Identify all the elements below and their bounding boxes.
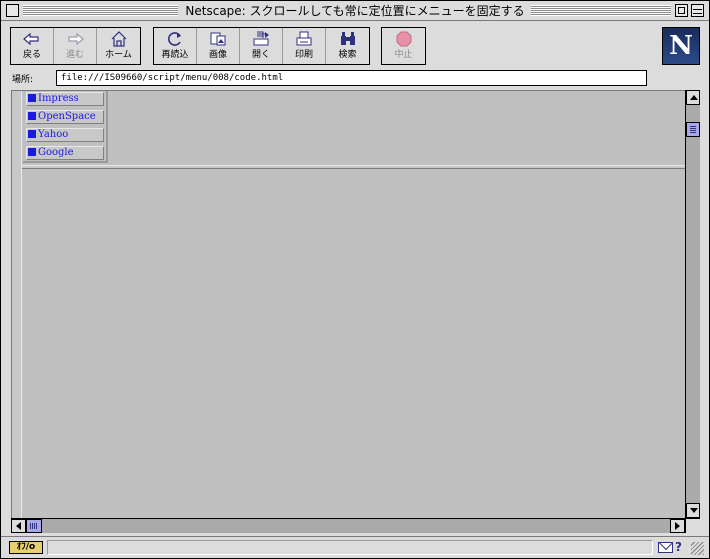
- left-arrow-icon: [16, 522, 21, 530]
- stop-label: 中止: [394, 50, 413, 60]
- images-button[interactable]: 画像: [197, 28, 240, 64]
- home-icon: [111, 31, 126, 47]
- frame-left-rail: [12, 91, 22, 519]
- page-content[interactable]: Impress OpenSpace Yahoo Google: [11, 90, 685, 519]
- menu-link-openspace[interactable]: OpenSpace: [26, 110, 104, 124]
- images-label: 画像: [208, 50, 227, 60]
- window-title: Netscape: スクロールしても常に定位置にメニューを固定する: [182, 3, 528, 19]
- netscape-logo[interactable]: N: [662, 27, 700, 65]
- find-label: 検索: [338, 50, 357, 60]
- print-label: 印刷: [294, 50, 313, 60]
- page-button-group: 再読込 画像 開く 印刷 検索: [153, 27, 370, 65]
- collapse-box[interactable]: [691, 4, 704, 17]
- menu-link-label: Google: [38, 147, 74, 158]
- mail-icon[interactable]: [658, 542, 673, 553]
- horizontal-scrollbar[interactable]: [11, 518, 685, 533]
- zoom-box[interactable]: [675, 4, 688, 17]
- printer-icon: [296, 31, 312, 46]
- reload-label: 再読込: [161, 50, 189, 60]
- navigation-toolbar: 戻る 進む ホーム 再読込 画像 開く 印刷 検索 中止 N: [1, 22, 709, 68]
- home-button[interactable]: ホーム: [97, 28, 140, 64]
- title-stripes-left: [23, 5, 178, 16]
- forward-label: 進む: [65, 50, 84, 60]
- forward-button[interactable]: 進む: [54, 28, 97, 64]
- bullet-square-icon: [28, 148, 36, 156]
- url-field[interactable]: file:///IS09660/script/menu/008/code.htm…: [56, 70, 647, 86]
- title-bar[interactable]: Netscape: スクロールしても常に定位置にメニューを固定する: [1, 1, 709, 21]
- status-bar: ｵﾌ/o ?: [1, 536, 709, 558]
- bullet-square-icon: [28, 94, 36, 102]
- status-message: [47, 540, 653, 555]
- forward-arrow-icon: [68, 32, 84, 46]
- help-icon[interactable]: ?: [675, 540, 687, 555]
- images-icon: [210, 32, 226, 46]
- scroll-left-button[interactable]: [11, 519, 26, 533]
- vertical-scroll-thumb[interactable]: [686, 122, 700, 137]
- close-box[interactable]: [6, 4, 19, 17]
- home-label: ホーム: [105, 50, 132, 60]
- find-button[interactable]: 検索: [326, 28, 369, 64]
- scroll-down-button[interactable]: [686, 503, 700, 518]
- menu-link-impress[interactable]: Impress: [26, 92, 104, 106]
- menu-link-google[interactable]: Google: [26, 146, 104, 160]
- back-button[interactable]: 戻る: [11, 28, 54, 64]
- vertical-scrollbar[interactable]: [685, 90, 700, 518]
- stop-sign-icon: [396, 31, 411, 47]
- fixed-menu: Impress OpenSpace Yahoo Google: [23, 91, 108, 163]
- menu-link-yahoo[interactable]: Yahoo: [26, 128, 104, 142]
- frame-divider[interactable]: [22, 165, 685, 169]
- scroll-up-button[interactable]: [686, 90, 700, 105]
- back-arrow-icon: [23, 32, 39, 46]
- security-lock-icon[interactable]: ｵﾌ/o: [9, 541, 43, 554]
- binoculars-icon: [340, 32, 355, 45]
- open-button[interactable]: 開く: [240, 28, 283, 64]
- menu-link-label: Impress: [38, 93, 79, 104]
- title-stripes-right: [531, 5, 671, 16]
- down-arrow-icon: [690, 508, 698, 513]
- right-arrow-icon: [675, 522, 680, 530]
- bullet-square-icon: [28, 112, 36, 120]
- open-label: 開く: [251, 50, 270, 60]
- scroll-corner: [685, 518, 700, 533]
- reload-icon: [168, 32, 181, 46]
- horizontal-scroll-thumb[interactable]: [26, 519, 42, 533]
- menu-link-label: Yahoo: [38, 129, 69, 140]
- scroll-right-button[interactable]: [670, 519, 685, 533]
- open-icon: [253, 31, 269, 46]
- stop-button[interactable]: 中止: [382, 28, 425, 64]
- browser-window: Netscape: スクロールしても常に定位置にメニューを固定する 戻る 進む: [0, 0, 710, 559]
- location-bar: 場所: file:///IS09660/script/menu/008/code…: [1, 68, 709, 88]
- resize-grip-icon[interactable]: [691, 542, 704, 555]
- reload-button[interactable]: 再読込: [154, 28, 197, 64]
- print-button[interactable]: 印刷: [283, 28, 326, 64]
- menu-link-label: OpenSpace: [38, 111, 96, 122]
- stop-button-group: 中止: [381, 27, 426, 65]
- up-arrow-icon: [690, 95, 698, 100]
- bullet-square-icon: [28, 130, 36, 138]
- location-label: 場所:: [12, 75, 34, 85]
- back-label: 戻る: [22, 50, 41, 60]
- nav-button-group: 戻る 進む ホーム: [10, 27, 141, 65]
